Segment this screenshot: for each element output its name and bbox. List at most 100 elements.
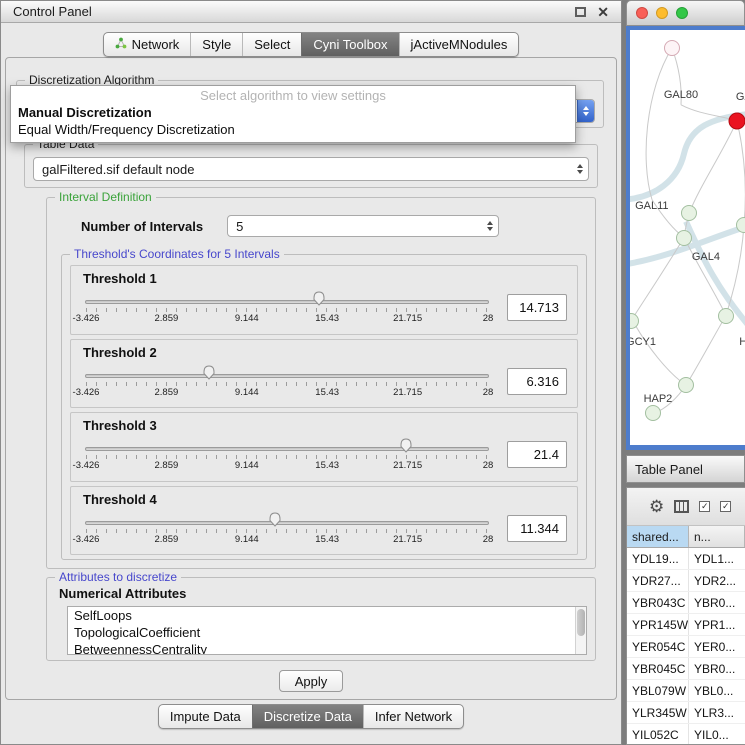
table-panel-header[interactable]: Table Panel: [626, 455, 745, 483]
zoom-traffic-light-icon[interactable]: [676, 7, 688, 19]
network-node[interactable]: [736, 217, 745, 233]
slider-thumb-icon[interactable]: [201, 364, 216, 381]
numerical-attribute-item[interactable]: BetweennessCentrality: [68, 641, 586, 655]
arrow-up-icon: [487, 221, 493, 225]
apply-row: Apply: [6, 670, 616, 692]
threshold-value-field[interactable]: 21.4: [507, 441, 567, 468]
column-header-name[interactable]: n...: [689, 526, 745, 547]
float-window-icon[interactable]: [575, 7, 586, 17]
table-cell: YDL1...: [689, 548, 745, 569]
column-header-shared-name[interactable]: shared...: [627, 526, 689, 547]
threshold-value-field[interactable]: 11.344: [507, 515, 567, 542]
checkbox-icon[interactable]: ✓: [720, 501, 731, 512]
network-node[interactable]: [645, 405, 661, 421]
slider-thumb-icon[interactable]: [399, 437, 414, 454]
network-icon: [115, 37, 127, 52]
close-icon[interactable]: ✕: [597, 5, 609, 19]
tab-label: Cyni Toolbox: [313, 37, 387, 52]
table-data-combobox[interactable]: galFiltered.sif default node: [33, 157, 589, 181]
tab-network[interactable]: Network: [104, 33, 191, 56]
threshold-slider[interactable]: -3.4262.8599.14415.4321.71528: [81, 288, 493, 332]
slider-scale-label: -3.426: [73, 460, 100, 471]
slider-scale-label: 9.144: [235, 387, 259, 398]
tab-discretize-data[interactable]: Discretize Data: [252, 705, 363, 728]
close-traffic-light-icon[interactable]: [636, 7, 648, 19]
slider-scale-label: 15.43: [315, 534, 339, 545]
tab-label: Infer Network: [375, 709, 452, 724]
slider-scale-label: 28: [483, 313, 494, 324]
network-view-frame: GAL80GAGAL11GAL4GCY1HHAP2: [626, 26, 745, 450]
threshold-slider[interactable]: -3.4262.8599.14415.4321.71528: [81, 509, 493, 553]
tab-cyni-toolbox[interactable]: Cyni Toolbox: [301, 33, 398, 56]
table-row[interactable]: YLR345WYLR3...: [627, 702, 745, 724]
network-node[interactable]: [678, 377, 694, 393]
slider-track[interactable]: [85, 300, 489, 304]
table-row[interactable]: YBR043CYBR0...: [627, 592, 745, 614]
dropdown-placeholder: Select algorithm to view settings: [11, 86, 575, 104]
combo-arrows-icon[interactable]: [577, 100, 594, 122]
checkbox-icon[interactable]: ✓: [699, 501, 710, 512]
threshold-value-field[interactable]: 6.316: [507, 368, 567, 395]
table-row[interactable]: YDR27...YDR2...: [627, 570, 745, 592]
network-node[interactable]: [681, 205, 697, 221]
combo-arrows-icon[interactable]: [481, 216, 498, 236]
table-toolbar: ⚙ ✓ ✓: [627, 488, 745, 526]
numerical-attribute-item[interactable]: SelfLoops: [68, 607, 586, 624]
slider-thumb-icon[interactable]: [267, 511, 282, 528]
network-canvas[interactable]: GAL80GAGAL11GAL4GCY1HHAP2: [630, 30, 745, 445]
tab-infer-network[interactable]: Infer Network: [363, 705, 463, 728]
threshold-row: -3.4262.8599.14415.4321.71528 11.344: [81, 509, 567, 555]
slider-scale-label: 21.715: [393, 313, 422, 324]
slider-scale: -3.4262.8599.14415.4321.71528: [86, 313, 488, 325]
slider-track[interactable]: [85, 521, 489, 525]
network-node[interactable]: [676, 230, 692, 246]
top-tab-bar: NetworkStyleSelect Cyni Toolbox jActiveMNo…: [1, 32, 621, 57]
dropdown-option-equal-width-frequency[interactable]: Equal Width/Frequency Discretization: [11, 121, 575, 138]
columns-icon[interactable]: [674, 500, 689, 513]
interval-definition-group: Interval Definition Number of Intervals …: [46, 197, 596, 569]
numerical-attributes-label: Numerical Attributes: [59, 586, 186, 601]
tab-style[interactable]: Style: [190, 33, 242, 56]
dropdown-option-manual-discretization[interactable]: Manual Discretization: [11, 104, 575, 121]
table-cell: YBR045C: [627, 658, 689, 679]
table-cell: YLR3...: [689, 702, 745, 723]
table-row[interactable]: YDL19...YDL1...: [627, 548, 745, 570]
number-of-intervals-combobox[interactable]: 5: [227, 215, 499, 237]
table-row[interactable]: YER054CYER0...: [627, 636, 745, 658]
threshold-slider[interactable]: -3.4262.8599.14415.4321.71528: [81, 362, 493, 406]
network-node[interactable]: [718, 308, 734, 324]
control-panel-titlebar: Control Panel ✕: [1, 1, 621, 23]
table-row[interactable]: YPR145WYPR1...: [627, 614, 745, 636]
table-data-combobox-value: galFiltered.sif default node: [34, 158, 571, 180]
table-row[interactable]: YBR045CYBR0...: [627, 658, 745, 680]
slider-track[interactable]: [85, 447, 489, 451]
network-node-label: GAL80: [664, 89, 698, 101]
table-data-group: Table Data galFiltered.sif default node: [24, 144, 598, 188]
scrollbar-thumb[interactable]: [577, 609, 585, 636]
numerical-attributes-listbox[interactable]: SelfLoopsTopologicalCoefficientBetweenne…: [67, 606, 587, 655]
attributes-to-discretize-group: Attributes to discretize Numerical Attri…: [46, 577, 596, 661]
numerical-attribute-item[interactable]: TopologicalCoefficient: [68, 624, 586, 641]
slider-thumb-icon[interactable]: [311, 290, 326, 307]
tab-select[interactable]: Select: [242, 33, 301, 56]
slider-scale: -3.4262.8599.14415.4321.71528: [86, 460, 488, 472]
slider-scale-label: 2.859: [155, 387, 179, 398]
tab-jactivemnodules[interactable]: jActiveMNodules: [399, 33, 519, 56]
slider-scale-label: 9.144: [235, 313, 259, 324]
interval-definition-group-title: Interval Definition: [55, 190, 156, 204]
arrow-up-icon: [583, 106, 589, 110]
threshold-value-field[interactable]: 14.713: [507, 294, 567, 321]
combo-arrows-icon[interactable]: [571, 158, 588, 180]
threshold-row: -3.4262.8599.14415.4321.71528 14.713: [81, 288, 567, 334]
minimize-traffic-light-icon[interactable]: [656, 7, 668, 19]
network-node[interactable]: [728, 112, 745, 129]
network-node[interactable]: [664, 40, 680, 56]
gear-icon[interactable]: ⚙: [649, 498, 664, 515]
slider-track[interactable]: [85, 374, 489, 378]
table-row[interactable]: YBL079WYBL0...: [627, 680, 745, 702]
list-scrollbar[interactable]: [575, 607, 586, 654]
table-row[interactable]: YIL052CYIL0...: [627, 724, 745, 744]
tab-impute-data[interactable]: Impute Data: [159, 705, 252, 728]
threshold-slider[interactable]: -3.4262.8599.14415.4321.71528: [81, 435, 493, 479]
apply-button[interactable]: Apply: [279, 670, 343, 692]
